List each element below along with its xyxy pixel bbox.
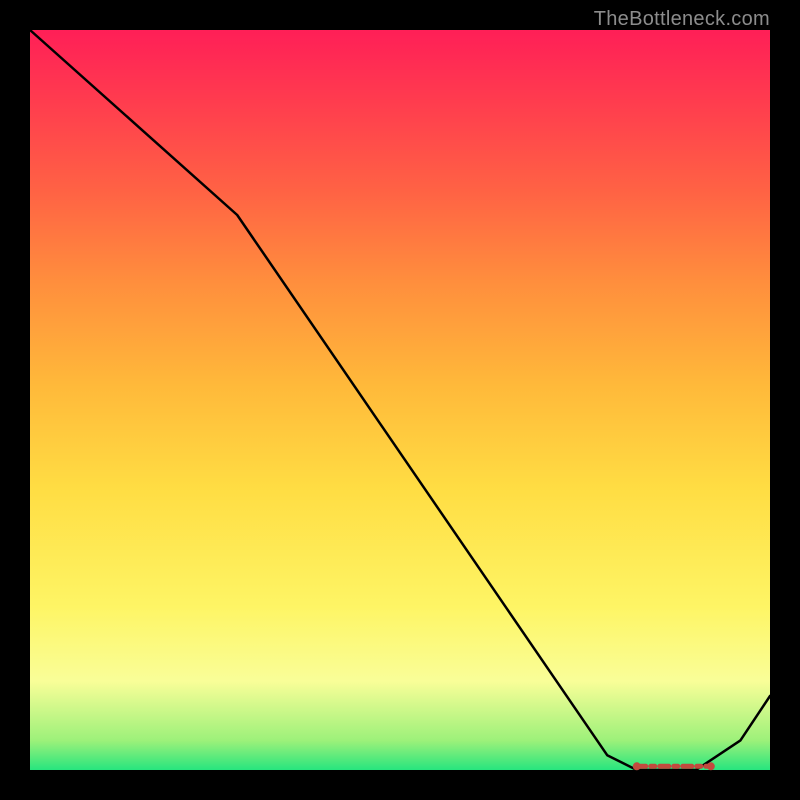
attribution-text: TheBottleneck.com	[594, 8, 770, 31]
chart-series-curve	[30, 30, 770, 770]
line-path	[30, 30, 770, 770]
highlight-endpoint-right	[707, 762, 715, 770]
chart-svg	[30, 30, 770, 770]
chart-frame: TheBottleneck.com	[0, 0, 800, 800]
highlight-endpoint-left	[633, 762, 641, 770]
